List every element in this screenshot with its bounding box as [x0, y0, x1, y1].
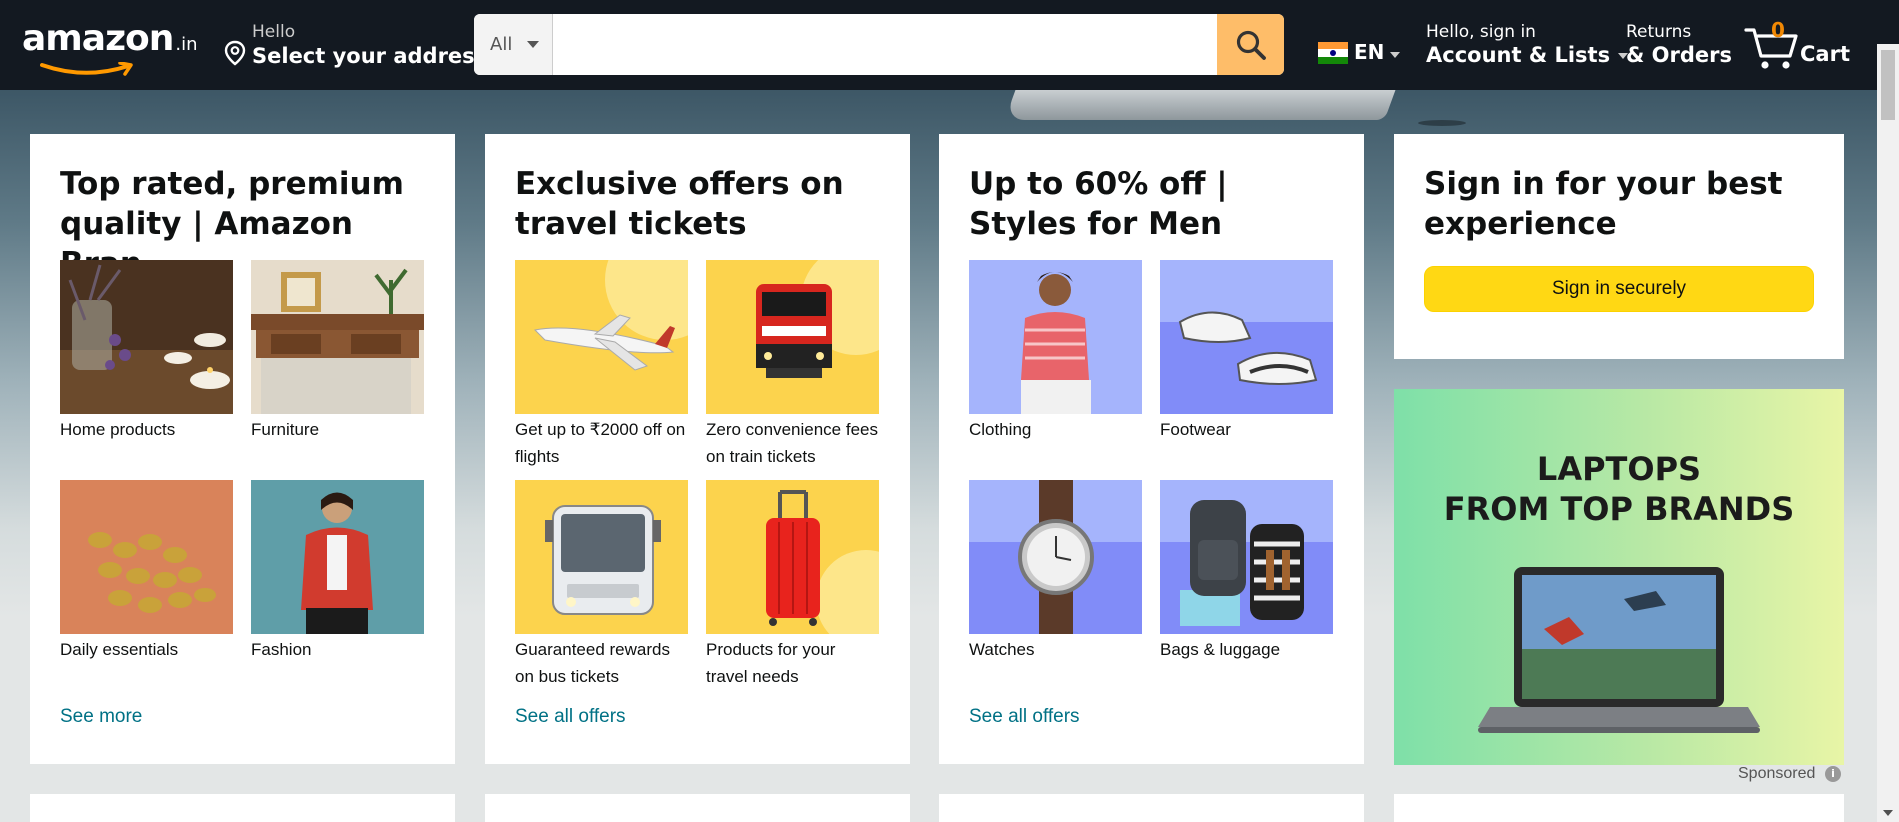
- tile-flights[interactable]: Get up to ₹2000 off on flights: [515, 260, 688, 470]
- logo-wordmark: amazon: [22, 18, 174, 59]
- sign-in-securely-button[interactable]: Sign in securely: [1424, 266, 1814, 312]
- bus-image: [515, 480, 688, 634]
- card-travel-offers: Exclusive offers on travel tickets Get u…: [485, 134, 910, 764]
- tile-watches[interactable]: Watches: [969, 480, 1142, 663]
- laptops-ad-banner[interactable]: LAPTOPS FROM TOP BRANDS: [1394, 389, 1844, 765]
- tile-furniture[interactable]: Furniture: [251, 260, 424, 443]
- tile-caption: Zero convenience fees on train tickets: [706, 420, 878, 466]
- watch-image: [969, 480, 1142, 634]
- search-button[interactable]: [1217, 14, 1284, 75]
- account-and-lists[interactable]: Hello, sign in Account & Lists: [1426, 22, 1629, 67]
- tile-home-products[interactable]: Home products: [60, 260, 233, 443]
- card-sign-in: Sign in for your best experience Sign in…: [1394, 134, 1844, 359]
- sponsored-label: Sponsored: [1738, 765, 1816, 782]
- tile-caption: Watches: [969, 640, 1035, 659]
- scrollbar-thumb[interactable]: [1881, 50, 1895, 120]
- furniture-image: [251, 260, 424, 414]
- see-all-offers-link[interactable]: See all offers: [515, 706, 626, 728]
- address-select: Select your address: [252, 44, 488, 68]
- tile-caption: Fashion: [251, 640, 312, 659]
- card-title: Exclusive offers on travel tickets: [515, 166, 844, 242]
- tile-daily-essentials[interactable]: Daily essentials: [60, 480, 233, 663]
- card-styles-for-men: Up to 60% off | Styles for Men Clothing: [939, 134, 1364, 764]
- hero-product-image: [1004, 90, 1396, 120]
- tile-bags[interactable]: Bags & luggage: [1160, 480, 1333, 663]
- tile-caption: Bags & luggage: [1160, 640, 1281, 659]
- cart-button[interactable]: 0 Cart: [1744, 18, 1864, 72]
- tile-caption: Footwear: [1160, 420, 1231, 439]
- tile-caption: Products for your travel needs: [706, 640, 836, 686]
- footwear-image: [1160, 260, 1333, 414]
- cart-count: 0: [1771, 18, 1785, 42]
- train-image: [706, 260, 879, 414]
- page-scrollbar[interactable]: [1877, 44, 1899, 822]
- tile-caption: Clothing: [969, 420, 1032, 439]
- location-pin-icon: [224, 40, 246, 66]
- see-all-offers-link[interactable]: See all offers: [969, 706, 1080, 728]
- info-icon[interactable]: i: [1825, 766, 1841, 782]
- cart-label: Cart: [1800, 42, 1850, 66]
- language-code: EN: [1354, 40, 1385, 64]
- card-next-row: [485, 794, 910, 822]
- india-flag-icon: [1318, 42, 1348, 64]
- orders-label: & Orders: [1626, 43, 1732, 67]
- card-next-row: [30, 794, 455, 822]
- search-category-label: All: [490, 34, 513, 55]
- card-title: Sign in for your best experience: [1424, 166, 1783, 242]
- account-lists-label: Account & Lists: [1426, 43, 1611, 67]
- tile-travel-products[interactable]: Products for your travel needs: [706, 480, 879, 690]
- returns-and-orders[interactable]: Returns & Orders: [1626, 22, 1732, 67]
- fashion-image: [251, 480, 424, 634]
- tile-caption: Daily essentials: [60, 640, 179, 659]
- airplane-image: [515, 260, 688, 414]
- search-bar: All: [474, 14, 1284, 75]
- clothing-image: [969, 260, 1142, 414]
- laptop-image: [1478, 567, 1760, 733]
- address-hello: Hello: [252, 22, 296, 42]
- bags-image: [1160, 480, 1333, 634]
- tile-caption: Get up to ₹2000 off on flights: [515, 420, 686, 466]
- tile-caption: Home products: [60, 420, 176, 439]
- search-icon: [1236, 30, 1266, 60]
- tile-trains[interactable]: Zero convenience fees on train tickets: [706, 260, 879, 470]
- suitcase-image: [706, 480, 879, 634]
- tile-footwear[interactable]: Footwear: [1160, 260, 1333, 443]
- card-title: Up to 60% off | Styles for Men: [969, 166, 1228, 242]
- tile-caption: Furniture: [251, 420, 320, 439]
- card-next-row: [1394, 794, 1844, 822]
- card-next-row: [939, 794, 1364, 822]
- home-products-image: [60, 260, 233, 414]
- daily-essentials-image: [60, 480, 233, 634]
- tile-bus[interactable]: Guaranteed rewards on bus tickets: [515, 480, 688, 690]
- account-greeting: Hello, sign in: [1426, 22, 1536, 42]
- caret-down-icon: [527, 41, 539, 48]
- top-nav-bar: amazon.in Hello Select your address All: [0, 0, 1899, 90]
- scroll-down-arrow-icon[interactable]: [1883, 810, 1893, 816]
- tile-caption: Guaranteed rewards on bus tickets: [515, 640, 670, 686]
- tile-fashion[interactable]: Fashion: [251, 480, 424, 663]
- tile-clothing[interactable]: Clothing: [969, 260, 1142, 443]
- smile-arrow-icon: [40, 62, 133, 76]
- logo-suffix: .in: [175, 34, 198, 55]
- returns-label: Returns: [1626, 22, 1692, 42]
- search-category-dropdown[interactable]: All: [474, 14, 553, 75]
- caret-down-icon: [1390, 52, 1400, 58]
- card-amazon-brands: Top rated, premium quality | Amazon Bran…: [30, 134, 455, 764]
- search-input[interactable]: [554, 14, 1204, 75]
- hero-shadow: [1418, 120, 1466, 126]
- see-more-link[interactable]: See more: [60, 706, 142, 728]
- amazon-logo[interactable]: amazon .in: [22, 18, 202, 76]
